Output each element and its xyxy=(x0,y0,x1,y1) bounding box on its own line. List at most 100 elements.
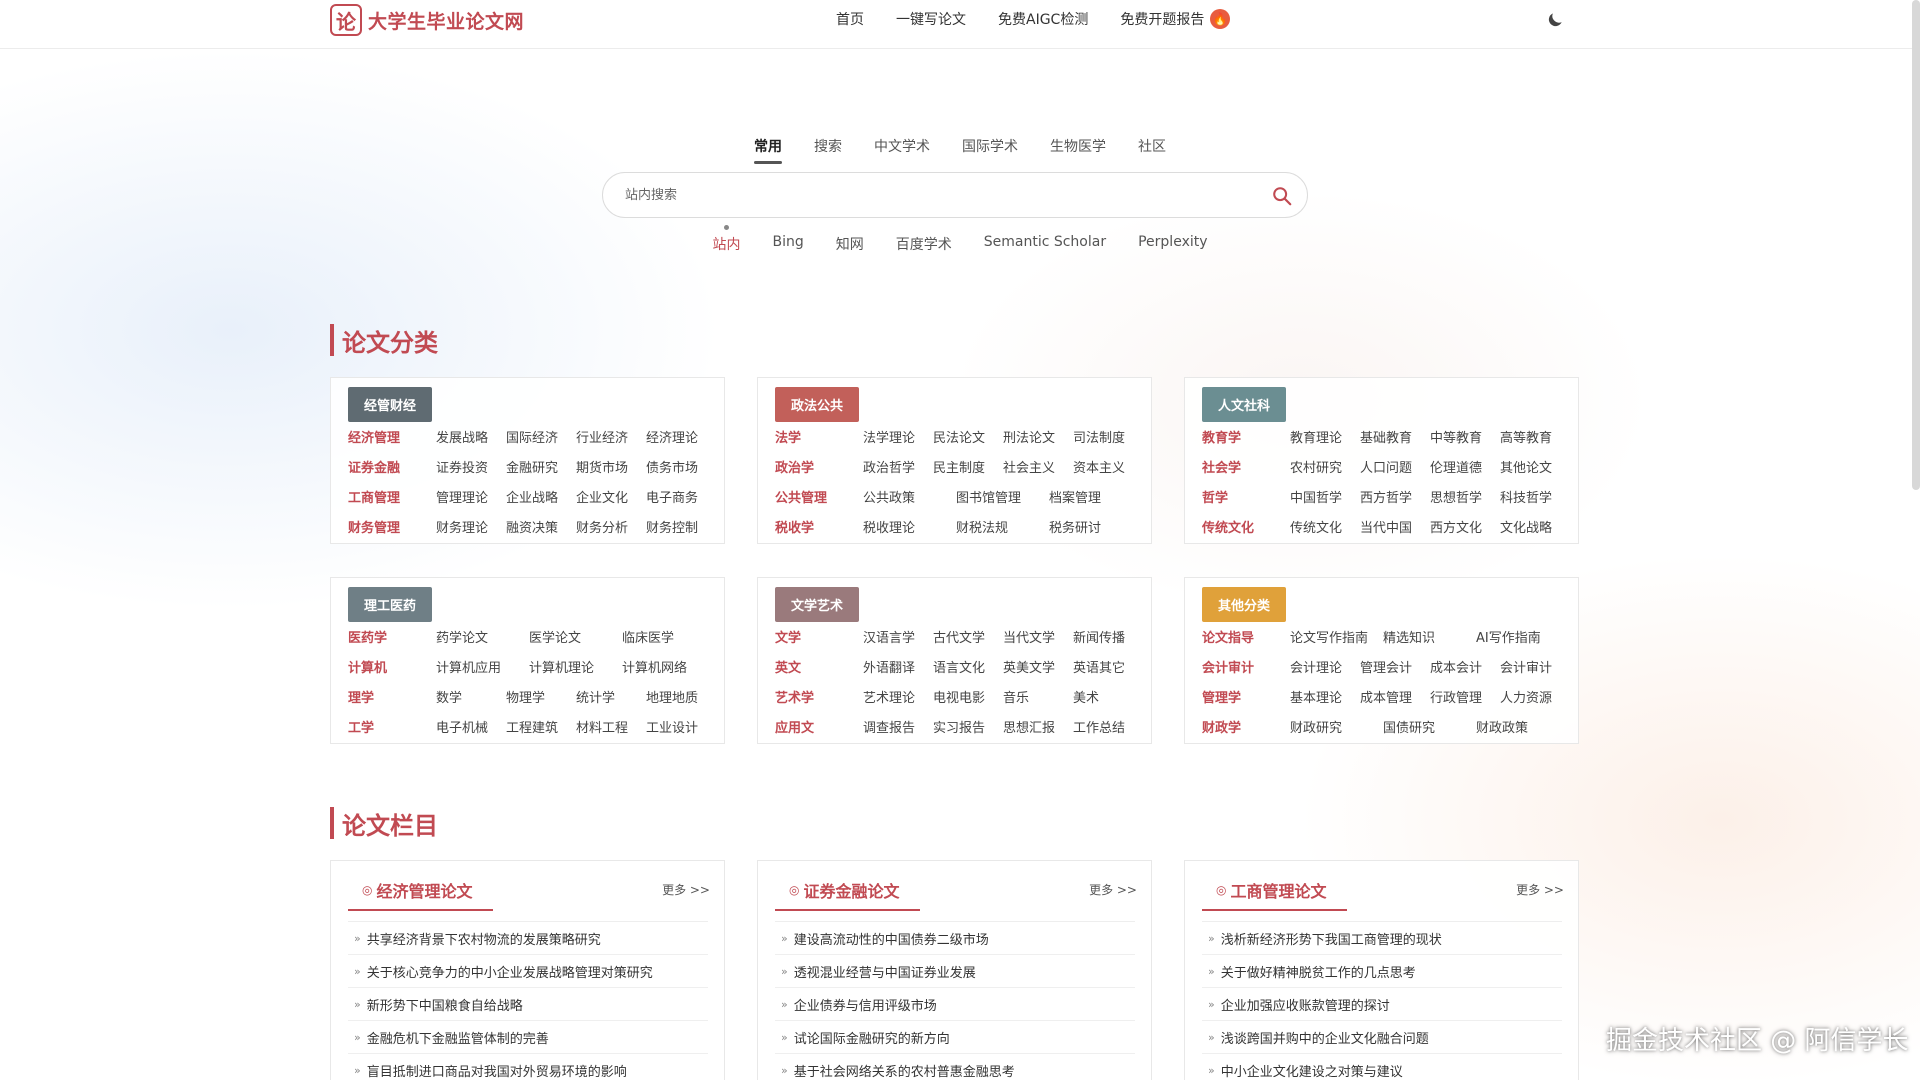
category-sub-link[interactable]: AI写作指南 xyxy=(1476,627,1569,646)
category-head-link[interactable]: 应用文 xyxy=(775,717,863,736)
category-sub-link[interactable]: 精选知识 xyxy=(1383,627,1476,646)
category-sub-link[interactable]: 民主制度 xyxy=(933,457,1003,476)
site-logo[interactable]: 论 大学生毕业论文网 xyxy=(330,4,524,36)
category-sub-link[interactable]: 工作总结 xyxy=(1073,717,1143,736)
category-sub-link[interactable]: 图书馆管理 xyxy=(956,487,1049,506)
category-sub-link[interactable]: 国际经济 xyxy=(506,427,576,446)
category-head-link[interactable]: 工商管理 xyxy=(348,487,436,506)
category-head-link[interactable]: 公共管理 xyxy=(775,487,863,506)
article-link[interactable]: » 浅谈跨国并购中的企业文化融合问题 xyxy=(1202,1021,1562,1054)
column-title[interactable]: 经济管理论文 xyxy=(376,878,472,902)
category-sub-link[interactable]: 材料工程 xyxy=(576,717,646,736)
category-head-link[interactable]: 工学 xyxy=(348,717,436,736)
article-link[interactable]: » 关于核心竞争力的中小企业发展战略管理对策研究 xyxy=(348,955,708,988)
more-link[interactable]: 更多 >> xyxy=(1089,881,1137,898)
category-sub-link[interactable]: 金融研究 xyxy=(506,457,576,476)
article-link[interactable]: » 企业加强应收账款管理的探讨 xyxy=(1202,988,1562,1021)
category-sub-link[interactable]: 管理理论 xyxy=(436,487,506,506)
category-sub-link[interactable]: 债务市场 xyxy=(646,457,716,476)
category-sub-link[interactable]: 财务理论 xyxy=(436,517,506,536)
engine-semantic-scholar[interactable]: Semantic Scholar xyxy=(984,234,1106,254)
category-sub-link[interactable]: 计算机网络 xyxy=(622,657,715,676)
category-sub-link[interactable]: 期货市场 xyxy=(576,457,646,476)
category-head-link[interactable]: 理学 xyxy=(348,687,436,706)
category-sub-link[interactable]: 法学理论 xyxy=(863,427,933,446)
category-sub-link[interactable]: 财政政策 xyxy=(1476,717,1569,736)
category-sub-link[interactable]: 思想哲学 xyxy=(1430,487,1500,506)
article-link[interactable]: » 中小企业文化建设之对策与建议 xyxy=(1202,1054,1562,1080)
category-sub-link[interactable]: 美术 xyxy=(1073,687,1143,706)
category-sub-link[interactable]: 会计理论 xyxy=(1290,657,1360,676)
category-sub-link[interactable]: 企业文化 xyxy=(576,487,646,506)
category-sub-link[interactable]: 司法制度 xyxy=(1073,427,1143,446)
category-sub-link[interactable]: 基本理论 xyxy=(1290,687,1360,706)
category-sub-link[interactable]: 实习报告 xyxy=(933,717,1003,736)
category-sub-link[interactable]: 融资决策 xyxy=(506,517,576,536)
category-sub-link[interactable]: 企业战略 xyxy=(506,487,576,506)
category-sub-link[interactable]: 政治哲学 xyxy=(863,457,933,476)
engine-cnki[interactable]: 知网 xyxy=(836,234,864,254)
category-head-link[interactable]: 教育学 xyxy=(1202,427,1290,446)
category-sub-link[interactable]: 中国哲学 xyxy=(1290,487,1360,506)
category-sub-link[interactable]: 艺术理论 xyxy=(863,687,933,706)
category-head-link[interactable]: 英文 xyxy=(775,657,863,676)
nav-proposal-report[interactable]: 免费开题报告 🔥 xyxy=(1120,9,1231,29)
category-sub-link[interactable]: 财务控制 xyxy=(646,517,716,536)
category-sub-link[interactable]: 证券投资 xyxy=(436,457,506,476)
dark-mode-moon-icon[interactable] xyxy=(1545,10,1565,30)
category-head-link[interactable]: 计算机 xyxy=(348,657,436,676)
category-head-link[interactable]: 财务管理 xyxy=(348,517,436,536)
category-head-link[interactable]: 艺术学 xyxy=(775,687,863,706)
category-sub-link[interactable]: 管理会计 xyxy=(1360,657,1430,676)
category-head-link[interactable]: 社会学 xyxy=(1202,457,1290,476)
category-sub-link[interactable]: 档案管理 xyxy=(1049,487,1142,506)
category-sub-link[interactable]: 计算机理论 xyxy=(529,657,622,676)
category-sub-link[interactable]: 发展战略 xyxy=(436,427,506,446)
category-sub-link[interactable]: 电子商务 xyxy=(646,487,716,506)
category-sub-link[interactable]: 医学论文 xyxy=(529,627,622,646)
category-sub-link[interactable]: 当代文学 xyxy=(1003,627,1073,646)
category-head-link[interactable]: 文学 xyxy=(775,627,863,646)
category-sub-link[interactable]: 经济理论 xyxy=(646,427,716,446)
category-sub-link[interactable]: 西方文化 xyxy=(1430,517,1500,536)
category-sub-link[interactable]: 药学论文 xyxy=(436,627,529,646)
nav-aigc-check[interactable]: 免费AIGC检测 xyxy=(998,9,1088,29)
engine-bing[interactable]: Bing xyxy=(772,234,803,254)
category-head-link[interactable]: 管理学 xyxy=(1202,687,1290,706)
column-title[interactable]: 证券金融论文 xyxy=(803,878,899,902)
nav-home[interactable]: 首页 xyxy=(836,9,864,29)
article-link[interactable]: » 浅析新经济形势下我国工商管理的现状 xyxy=(1202,922,1562,955)
category-sub-link[interactable]: 刑法论文 xyxy=(1003,427,1073,446)
category-sub-link[interactable]: 思想汇报 xyxy=(1003,717,1073,736)
category-sub-link[interactable]: 成本管理 xyxy=(1360,687,1430,706)
category-sub-link[interactable]: 西方哲学 xyxy=(1360,487,1430,506)
category-sub-link[interactable]: 高等教育 xyxy=(1500,427,1570,446)
category-sub-link[interactable]: 英美文学 xyxy=(1003,657,1073,676)
article-link[interactable]: » 共享经济背景下农村物流的发展策略研究 xyxy=(348,922,708,955)
tab-common[interactable]: 常用 xyxy=(754,136,782,164)
category-sub-link[interactable]: 人口问题 xyxy=(1360,457,1430,476)
category-sub-link[interactable]: 资本主义 xyxy=(1073,457,1143,476)
category-sub-link[interactable]: 传统文化 xyxy=(1290,517,1360,536)
scrollbar[interactable] xyxy=(1912,0,1920,490)
category-sub-link[interactable]: 文化战略 xyxy=(1500,517,1570,536)
category-sub-link[interactable]: 工业设计 xyxy=(646,717,716,736)
category-sub-link[interactable]: 外语翻译 xyxy=(863,657,933,676)
engine-baidu-scholar[interactable]: 百度学术 xyxy=(896,234,952,254)
category-sub-link[interactable]: 民法论文 xyxy=(933,427,1003,446)
category-head-link[interactable]: 税收学 xyxy=(775,517,863,536)
category-sub-link[interactable]: 电视电影 xyxy=(933,687,1003,706)
column-title[interactable]: 工商管理论文 xyxy=(1230,878,1326,902)
search-input[interactable] xyxy=(625,173,1245,217)
category-sub-link[interactable]: 财税法规 xyxy=(956,517,1049,536)
category-sub-link[interactable]: 其他论文 xyxy=(1500,457,1570,476)
category-sub-link[interactable]: 地理地质 xyxy=(646,687,716,706)
article-link[interactable]: » 关于做好精神脱贫工作的几点思考 xyxy=(1202,955,1562,988)
category-sub-link[interactable]: 数学 xyxy=(436,687,506,706)
category-sub-link[interactable]: 农村研究 xyxy=(1290,457,1360,476)
category-head-link[interactable]: 会计审计 xyxy=(1202,657,1290,676)
article-link[interactable]: » 基于社会网络关系的农村普惠金融思考 xyxy=(775,1054,1135,1080)
category-sub-link[interactable]: 财务分析 xyxy=(576,517,646,536)
tab-community[interactable]: 社区 xyxy=(1138,136,1166,164)
category-sub-link[interactable]: 社会主义 xyxy=(1003,457,1073,476)
